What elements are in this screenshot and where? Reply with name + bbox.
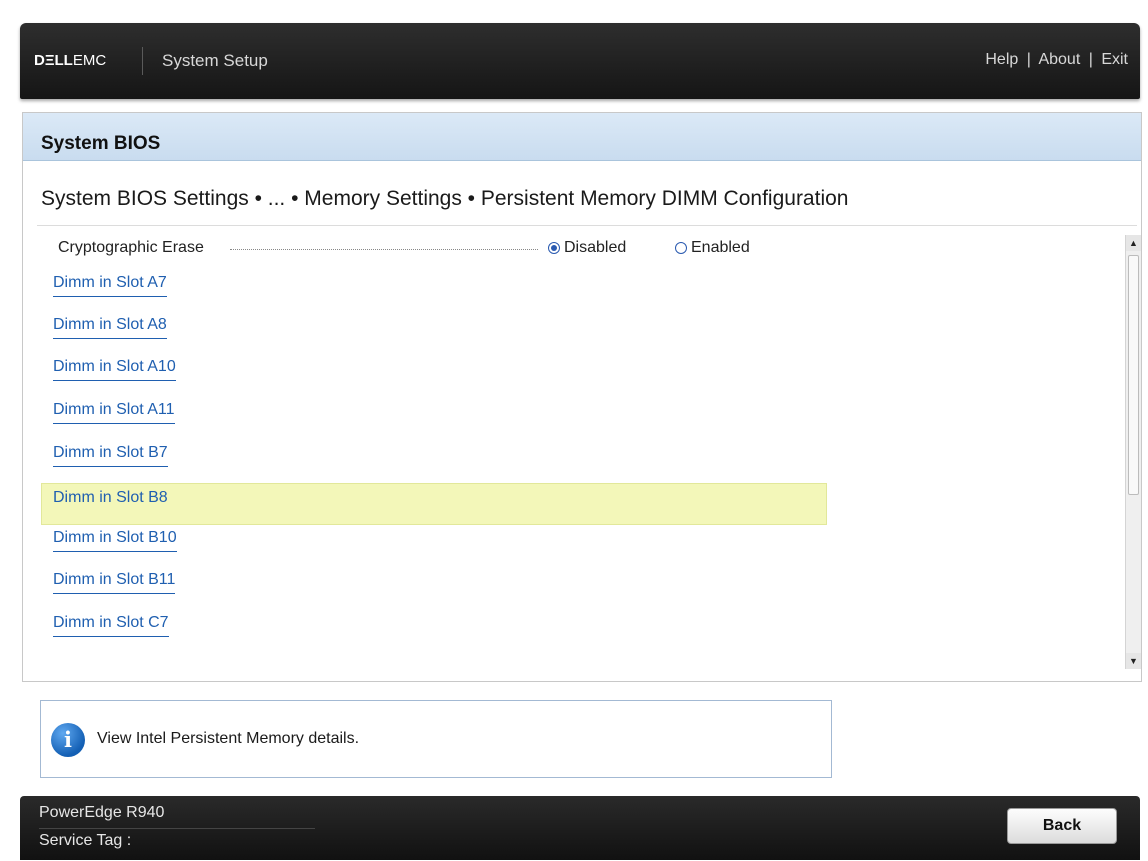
- dimm-link-a7[interactable]: Dimm in Slot A7: [53, 271, 167, 297]
- link-separator: |: [1026, 51, 1031, 68]
- panel-title-bar: System BIOS: [23, 113, 1141, 161]
- header-divider: [142, 47, 143, 75]
- dimm-link-b11[interactable]: Dimm in Slot B11: [53, 568, 176, 594]
- radio-disabled-label: Disabled: [564, 239, 627, 256]
- panel-title: System BIOS: [41, 133, 161, 154]
- scroll-thumb[interactable]: [1128, 255, 1139, 495]
- scroll-down-icon[interactable]: ▼: [1126, 653, 1141, 669]
- radio-unselected-icon: [675, 242, 687, 254]
- exit-link[interactable]: Exit: [1101, 51, 1128, 68]
- header-links: Help | About | Exit: [985, 51, 1128, 69]
- vertical-scrollbar[interactable]: ▲ ▼: [1125, 235, 1141, 669]
- dimm-link-b8[interactable]: Dimm in Slot B8: [53, 486, 168, 512]
- dimm-link-b10[interactable]: Dimm in Slot B10: [53, 526, 177, 552]
- service-tag-label: Service Tag :: [39, 832, 132, 849]
- scroll-up-icon[interactable]: ▲: [1126, 235, 1141, 251]
- dellemc-logo: DΞLLEMC: [34, 51, 106, 71]
- dimm-link-c7[interactable]: Dimm in Slot C7: [53, 611, 169, 637]
- dimm-link-a8[interactable]: Dimm in Slot A8: [53, 313, 167, 339]
- settings-list: Cryptographic Erase Disabled Enabled Dim…: [23, 227, 1123, 671]
- radio-selected-icon: [548, 242, 560, 254]
- top-header: DΞLLEMC System Setup Help | About | Exit: [20, 23, 1140, 99]
- app-title: System Setup: [162, 51, 268, 70]
- logo-emc: EMC: [72, 52, 107, 69]
- info-icon: i: [51, 723, 85, 757]
- footer-bar: PowerEdge R940 Service Tag : Back: [20, 796, 1140, 860]
- logo-dell: DΞLL: [34, 52, 73, 69]
- link-separator: |: [1088, 51, 1093, 68]
- radio-disabled[interactable]: Disabled: [548, 239, 626, 257]
- divider: [37, 225, 1137, 226]
- radio-enabled-label: Enabled: [691, 239, 750, 256]
- help-link[interactable]: Help: [985, 51, 1018, 68]
- dimm-link-a10[interactable]: Dimm in Slot A10: [53, 355, 176, 381]
- leader-dots: [230, 249, 538, 250]
- cryptographic-erase-setting: Cryptographic Erase Disabled Enabled: [58, 239, 778, 261]
- setting-label: Cryptographic Erase: [58, 239, 204, 256]
- about-link[interactable]: About: [1038, 51, 1080, 68]
- dimm-link-b7[interactable]: Dimm in Slot B7: [53, 441, 168, 467]
- service-tag-divider: [39, 828, 315, 829]
- main-panel: System BIOS System BIOS Settings • ... •…: [22, 112, 1142, 682]
- radio-enabled[interactable]: Enabled: [675, 239, 750, 257]
- dimm-link-a11[interactable]: Dimm in Slot A11: [53, 398, 175, 424]
- server-model: PowerEdge R940: [39, 804, 165, 821]
- breadcrumb: System BIOS Settings • ... • Memory Sett…: [41, 187, 849, 210]
- help-info-box: i View Intel Persistent Memory details.: [40, 700, 832, 778]
- help-text: View Intel Persistent Memory details.: [97, 730, 360, 747]
- back-button[interactable]: Back: [1007, 808, 1117, 844]
